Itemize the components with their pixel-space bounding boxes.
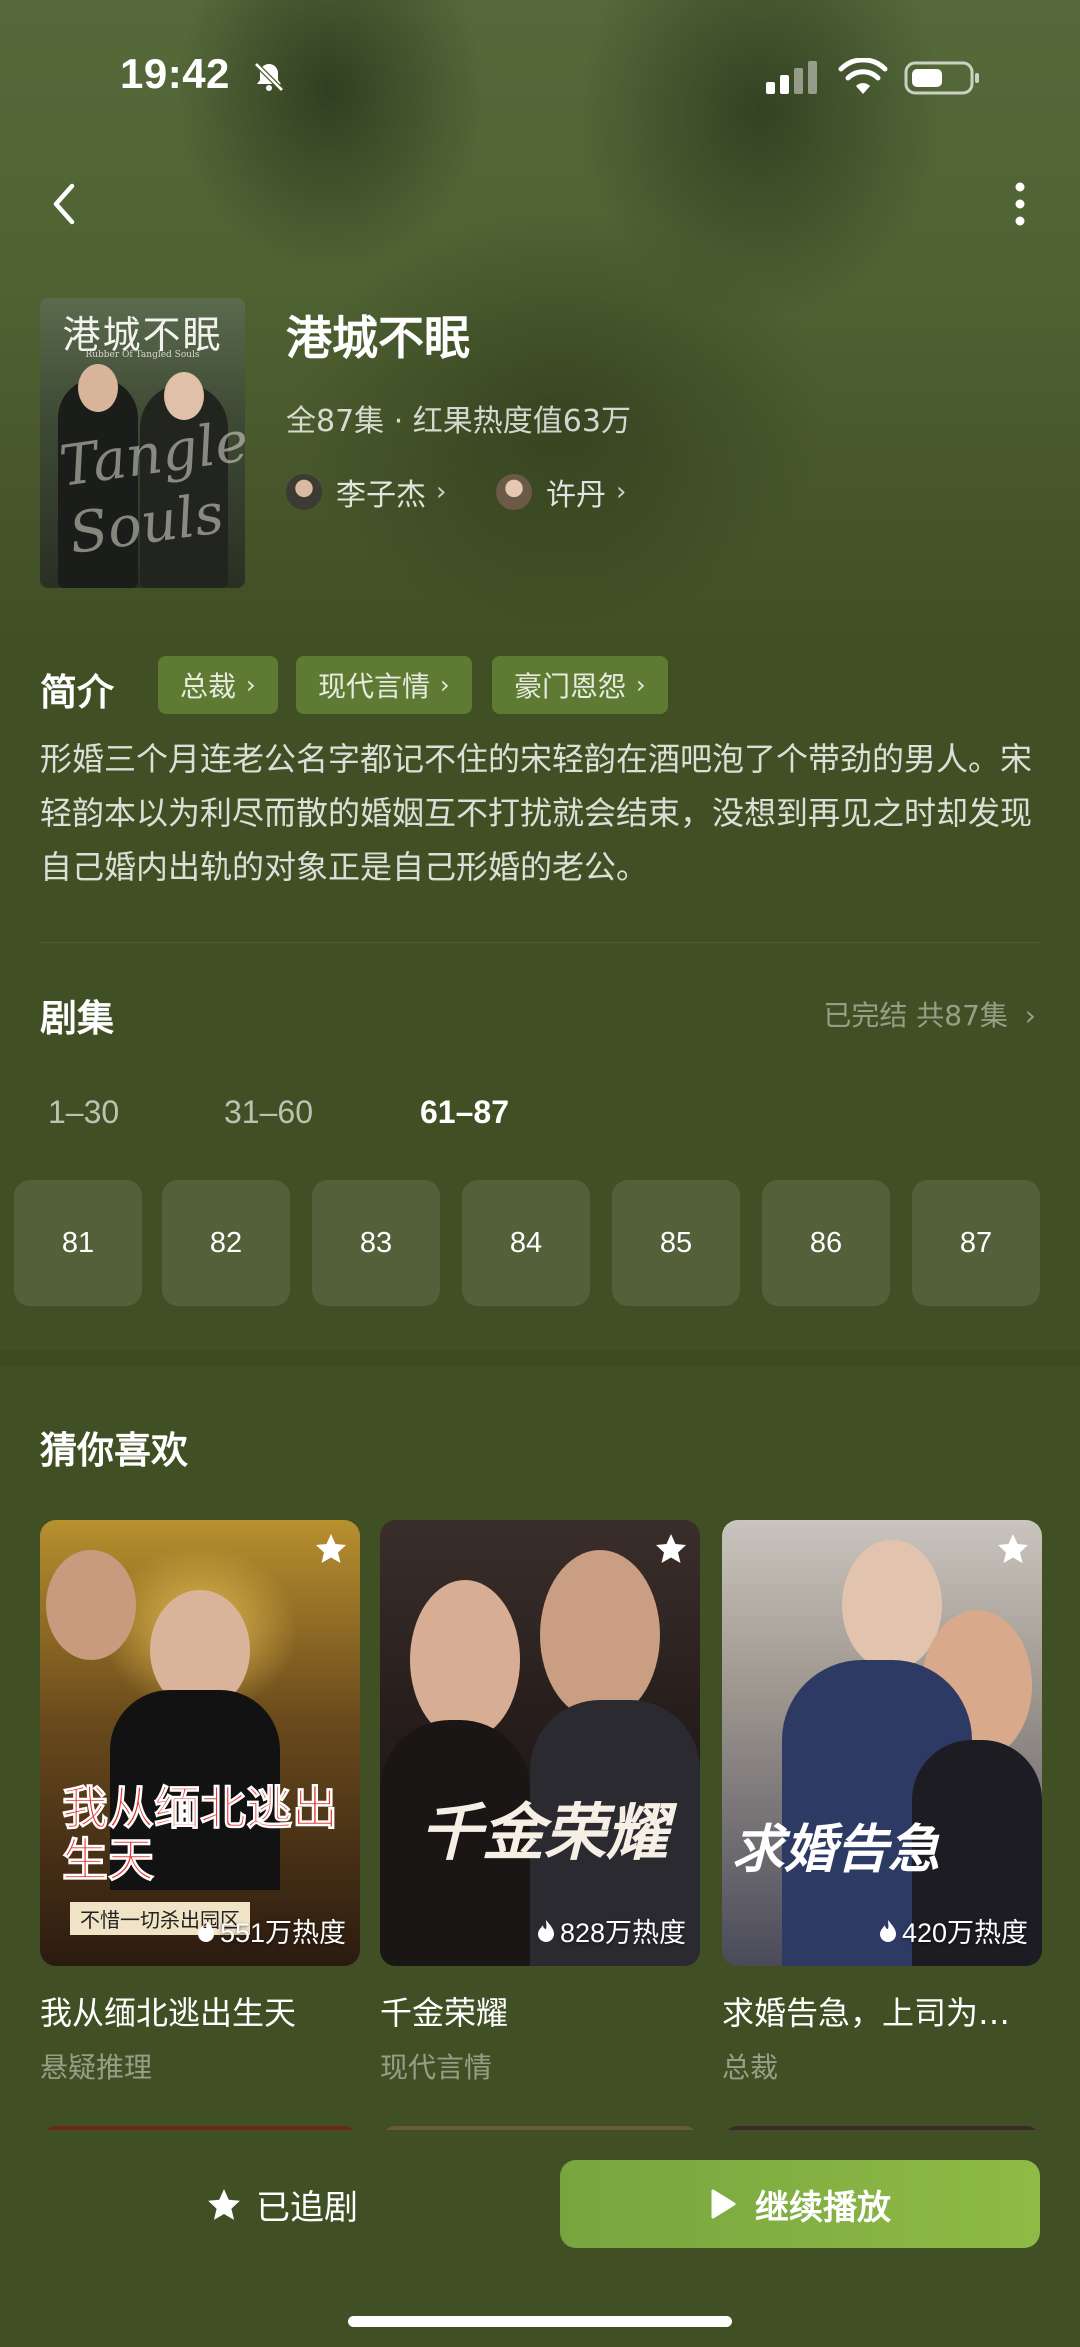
- recommend-title: 千金荣耀: [380, 1994, 509, 2032]
- episode-button[interactable]: 87: [912, 1180, 1040, 1306]
- play-icon: [711, 2189, 736, 2219]
- tag-label: 豪门恩怨: [514, 670, 627, 703]
- signal-icon: [766, 61, 817, 94]
- tab-range[interactable]: 1–30: [48, 1094, 119, 1131]
- heat-label: 828万热度: [536, 1911, 686, 1950]
- recommend-genre: 悬疑推理: [40, 2051, 153, 2084]
- tag-chip[interactable]: 现代言情 ›: [296, 656, 472, 714]
- chevron-right-icon: ›: [1024, 999, 1036, 1032]
- back-icon[interactable]: [42, 176, 92, 232]
- flame-icon: [879, 1919, 896, 1942]
- chevron-right-icon: ›: [436, 477, 447, 507]
- drama-meta: 全87集 · 红果热度值63万: [286, 404, 631, 439]
- flame-icon: [537, 1919, 554, 1942]
- cover-face: [410, 1580, 520, 1740]
- play-label: 继续播放: [755, 2187, 891, 2228]
- star-icon[interactable]: [654, 1532, 688, 1566]
- actor-link[interactable]: 许丹 ›: [496, 470, 626, 514]
- heat-value: 551万热度: [219, 1918, 346, 1948]
- intro-heading: 简介: [40, 671, 114, 714]
- cover-face: [540, 1550, 660, 1720]
- follow-button[interactable]: 已追剧: [206, 2180, 358, 2229]
- tag-chip[interactable]: 豪门恩怨 ›: [492, 656, 668, 714]
- episodes-heading: 剧集: [40, 997, 114, 1040]
- section-separator: [0, 1350, 1080, 1366]
- heat-label: 551万热度: [196, 1911, 346, 1950]
- episode-button[interactable]: 81: [14, 1180, 142, 1306]
- actor-link[interactable]: 李子杰 ›: [286, 470, 446, 514]
- tab-range[interactable]: 31–60: [224, 1094, 313, 1131]
- poster-subtitle: Rubber Of Tangled Souls: [85, 350, 200, 360]
- drama-poster[interactable]: 港城不眠 Rubber Of Tangled Souls Tangled Sou…: [40, 298, 245, 588]
- cover-title: 求婚告急: [732, 1819, 941, 1880]
- recommend-genre: 现代言情: [380, 2051, 493, 2084]
- episode-button[interactable]: 82: [162, 1180, 290, 1306]
- tag-label: 总裁: [180, 670, 237, 703]
- recommend-card[interactable]: 求婚告急 420万热度 求婚告急，上司为… 总裁: [722, 1520, 1042, 2086]
- poster-face: [78, 364, 118, 412]
- recommend-cover: 求婚告急 420万热度: [722, 1520, 1042, 1966]
- chevron-right-icon: ›: [246, 671, 256, 699]
- follow-label: 已追剧: [256, 2188, 358, 2228]
- battery-icon: [904, 61, 979, 95]
- recommend-cover: 千金荣耀 828万热度: [380, 1520, 700, 1966]
- cover-title: 千金荣耀: [420, 1796, 669, 1869]
- divider: [40, 942, 1040, 943]
- heat-value: 828万热度: [559, 1918, 686, 1948]
- synopsis: 形婚三个月连老公名字都记不住的宋轻韵在酒吧泡了个带劲的男人。宋轻韵本以为利尽而散…: [40, 740, 1033, 886]
- heat-value: 420万热度: [901, 1918, 1028, 1948]
- episodes-status-link[interactable]: 已完结 共87集 ›: [823, 994, 1036, 1034]
- star-icon[interactable]: [314, 1532, 348, 1566]
- avatar: [286, 474, 322, 510]
- home-indicator: [348, 2316, 732, 2327]
- continue-play-button[interactable]: 继续播放: [560, 2160, 1040, 2248]
- recommend-card[interactable]: 我从缅北逃出生天 不惜一切杀出园区 551万热度 我从缅北逃出生天 悬疑推理: [40, 1520, 360, 2086]
- avatar: [496, 474, 532, 510]
- actor-name: 李子杰: [336, 478, 426, 513]
- flame-icon: [197, 1919, 214, 1942]
- tag-label: 现代言情: [318, 670, 431, 703]
- poster-face: [164, 372, 204, 420]
- more-icon[interactable]: [1000, 176, 1040, 232]
- cover-title: 我从缅北逃出生天: [62, 1781, 339, 1887]
- bell-off-icon: [254, 62, 284, 92]
- chevron-right-icon: ›: [636, 671, 646, 699]
- tag-chip[interactable]: 总裁 ›: [158, 656, 278, 714]
- cover-face: [46, 1550, 136, 1660]
- heat-label: 420万热度: [878, 1911, 1028, 1950]
- episode-button[interactable]: 83: [312, 1180, 440, 1306]
- status-time: 19:42: [120, 50, 230, 97]
- chevron-right-icon: ›: [616, 477, 627, 507]
- chevron-right-icon: ›: [440, 671, 450, 699]
- episode-button[interactable]: 86: [762, 1180, 890, 1306]
- recommend-genre: 总裁: [722, 2051, 779, 2084]
- episodes-status: 已完结 共87集: [823, 999, 1008, 1032]
- actor-name: 许丹: [546, 478, 606, 513]
- wifi-icon: [838, 58, 888, 94]
- recommend-heading: 猜你喜欢: [40, 1429, 188, 1472]
- recommend-card[interactable]: 千金荣耀 828万热度 千金荣耀 现代言情: [380, 1520, 700, 2086]
- recommend-title: 我从缅北逃出生天: [40, 1994, 297, 2032]
- recommend-title: 求婚告急，上司为…: [722, 1994, 1011, 2032]
- drama-title: 港城不眠: [286, 311, 470, 365]
- episode-button[interactable]: 85: [612, 1180, 740, 1306]
- recommend-cover: 我从缅北逃出生天 不惜一切杀出园区 551万热度: [40, 1520, 360, 1966]
- star-icon: [208, 2188, 240, 2220]
- tab-range-active[interactable]: 61–87: [420, 1094, 509, 1131]
- episode-button[interactable]: 84: [462, 1180, 590, 1306]
- star-icon[interactable]: [996, 1532, 1030, 1566]
